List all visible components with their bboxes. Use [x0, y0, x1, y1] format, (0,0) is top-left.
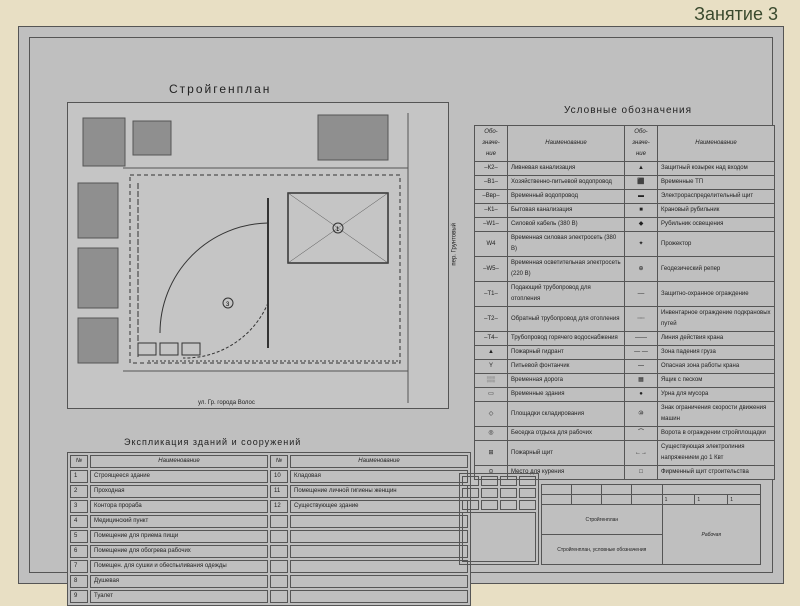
- revision-grid: [459, 473, 539, 565]
- street-bottom-label: ул. Гр. города Волос: [198, 400, 255, 406]
- street-right-label: пер. Грунтовый: [452, 223, 458, 266]
- legend-table: Обо- значе- ниеНаименование Обо- значе- …: [474, 125, 775, 480]
- title-block: 111 СтройгенпланРабочая Стройгенплан, ус…: [541, 484, 761, 565]
- svg-text:1: 1: [336, 227, 340, 233]
- lesson-header: Занятие 3: [694, 4, 778, 25]
- explication-title: Экспликация зданий и сооружений: [124, 437, 301, 447]
- legend-title: Условные обозначения: [564, 105, 692, 116]
- site-plan: 1 3 ул. Гр. города Волос пер. Грунтовый: [67, 102, 449, 409]
- drawing-sheet: Стройгенплан: [18, 26, 784, 584]
- svg-text:3: 3: [226, 302, 230, 308]
- plan-title: Стройгенплан: [169, 82, 271, 96]
- explication-table: №Наименование №Наименование 1Строящееся …: [67, 452, 471, 606]
